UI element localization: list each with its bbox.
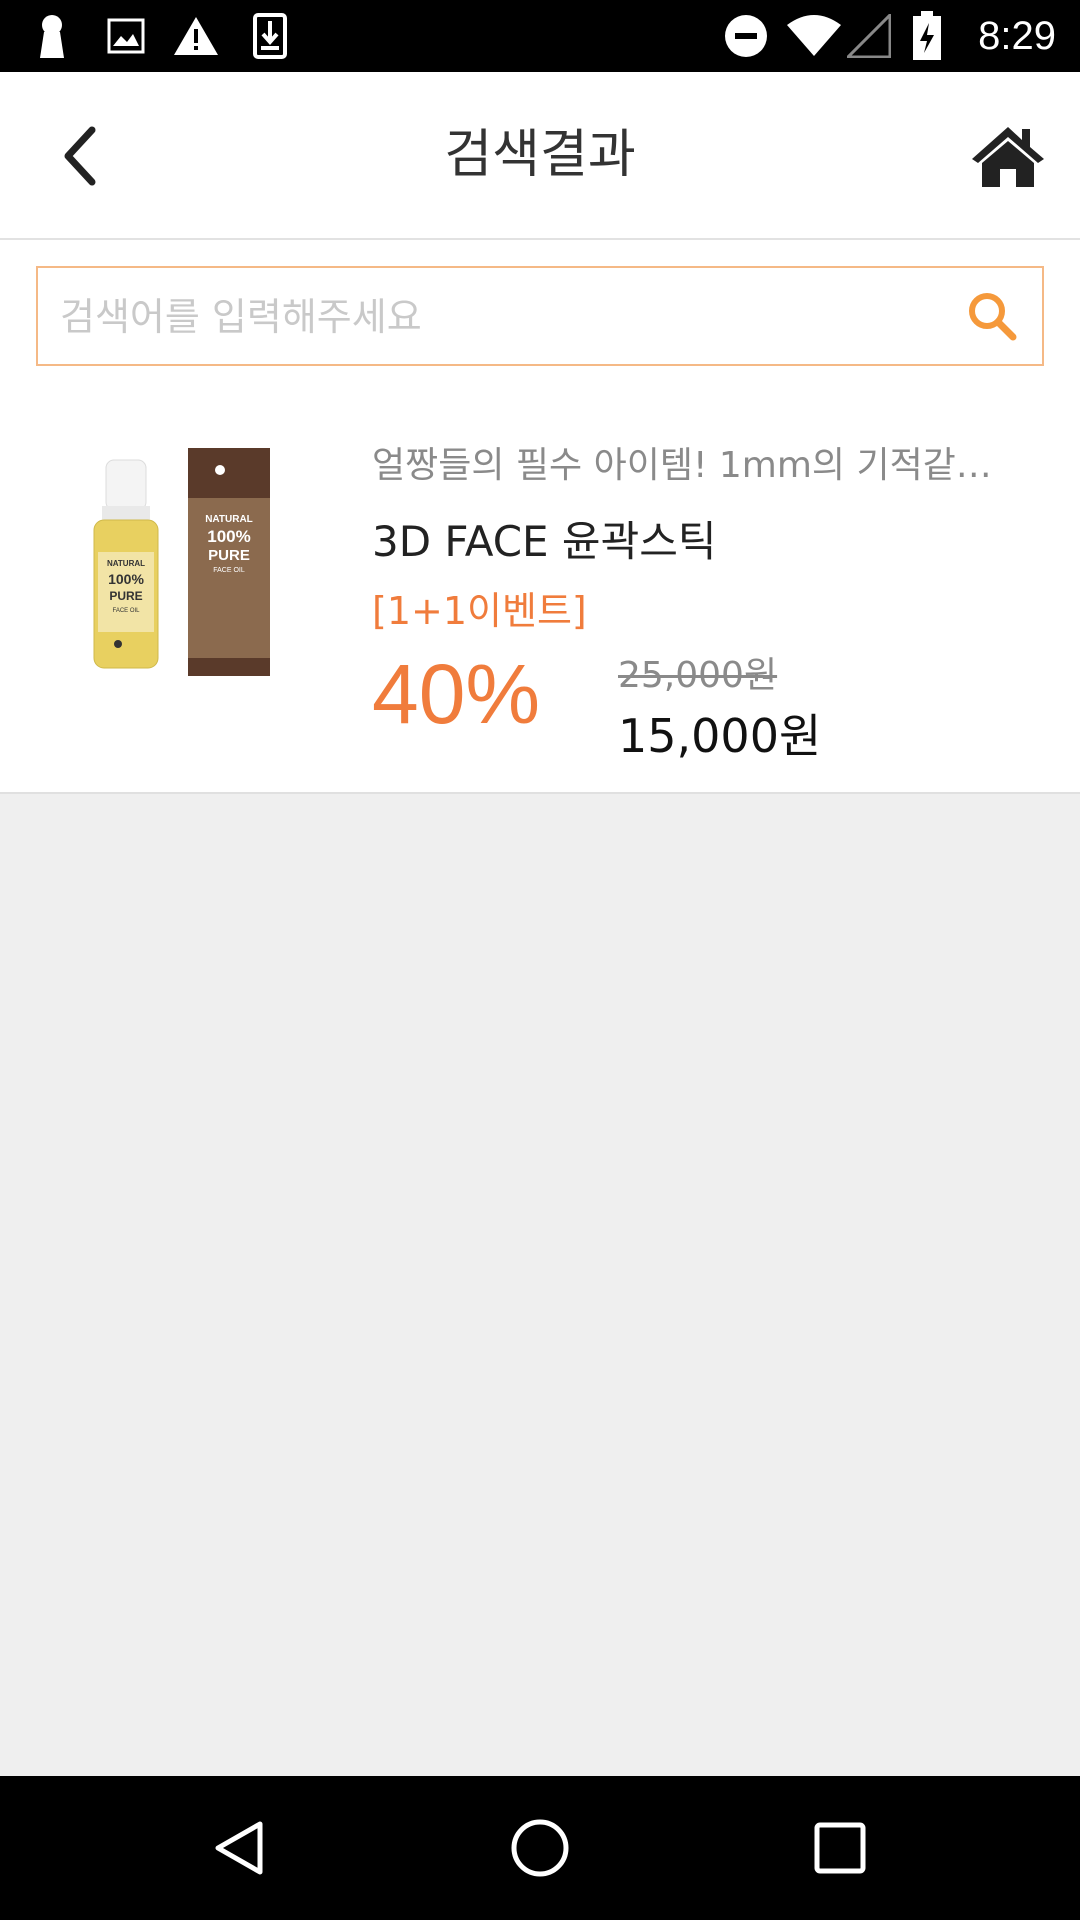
triangle-back-icon bbox=[215, 1821, 263, 1875]
product-item[interactable]: NATURAL 100% PURE FACE OIL NATURAL 100% … bbox=[0, 420, 1080, 780]
nav-recents-button[interactable] bbox=[790, 1798, 890, 1898]
svg-text:FACE OIL: FACE OIL bbox=[213, 567, 245, 574]
home-button[interactable] bbox=[958, 106, 1058, 206]
original-price: 25,000원 bbox=[618, 655, 778, 696]
keyhole-icon bbox=[34, 0, 70, 72]
dnd-icon bbox=[722, 0, 770, 72]
warning-icon bbox=[172, 0, 220, 72]
svg-text:100%: 100% bbox=[207, 527, 250, 546]
face-oil-product-image: NATURAL 100% PURE FACE OIL NATURAL 100% … bbox=[90, 440, 290, 690]
square-recents-icon bbox=[814, 1822, 866, 1874]
page-title: 검색결과 bbox=[444, 125, 636, 185]
product-name: 3D FACE 윤곽스틱 bbox=[372, 517, 717, 566]
battery-charging-icon bbox=[910, 0, 944, 72]
search-results-panel: NATURAL 100% PURE FACE OIL NATURAL 100% … bbox=[0, 240, 1080, 794]
svg-text:100%: 100% bbox=[108, 571, 144, 587]
home-icon bbox=[972, 127, 1044, 187]
search-box bbox=[36, 266, 1044, 366]
svg-text:PURE: PURE bbox=[208, 547, 250, 564]
download-icon bbox=[252, 0, 288, 72]
discount-rate: 40% bbox=[372, 647, 541, 741]
search-icon bbox=[969, 293, 1017, 341]
signal-icon bbox=[846, 0, 892, 72]
search-input[interactable] bbox=[58, 268, 942, 366]
nav-home-button[interactable] bbox=[490, 1798, 590, 1898]
app-header: 검색결과 bbox=[0, 72, 1080, 240]
product-description: 얼짱들의 필수 아이템! 1mm의 기적같… bbox=[372, 445, 992, 486]
svg-text:NATURAL: NATURAL bbox=[107, 559, 145, 568]
svg-text:FACE OIL: FACE OIL bbox=[112, 608, 140, 614]
svg-text:NATURAL: NATURAL bbox=[205, 514, 253, 525]
nav-back-button[interactable] bbox=[190, 1798, 290, 1898]
status-bar: 8:29 bbox=[0, 0, 1080, 72]
wifi-icon bbox=[786, 0, 842, 72]
svg-text:PURE: PURE bbox=[109, 589, 142, 603]
status-time: 8:29 bbox=[978, 14, 1056, 58]
circle-home-icon bbox=[511, 1819, 569, 1877]
system-nav-bar bbox=[0, 1776, 1080, 1920]
sale-price: 15,000원 bbox=[618, 709, 822, 763]
event-label: [1+1이벤트] bbox=[372, 589, 587, 633]
image-icon bbox=[106, 0, 146, 72]
search-button[interactable] bbox=[962, 286, 1022, 346]
